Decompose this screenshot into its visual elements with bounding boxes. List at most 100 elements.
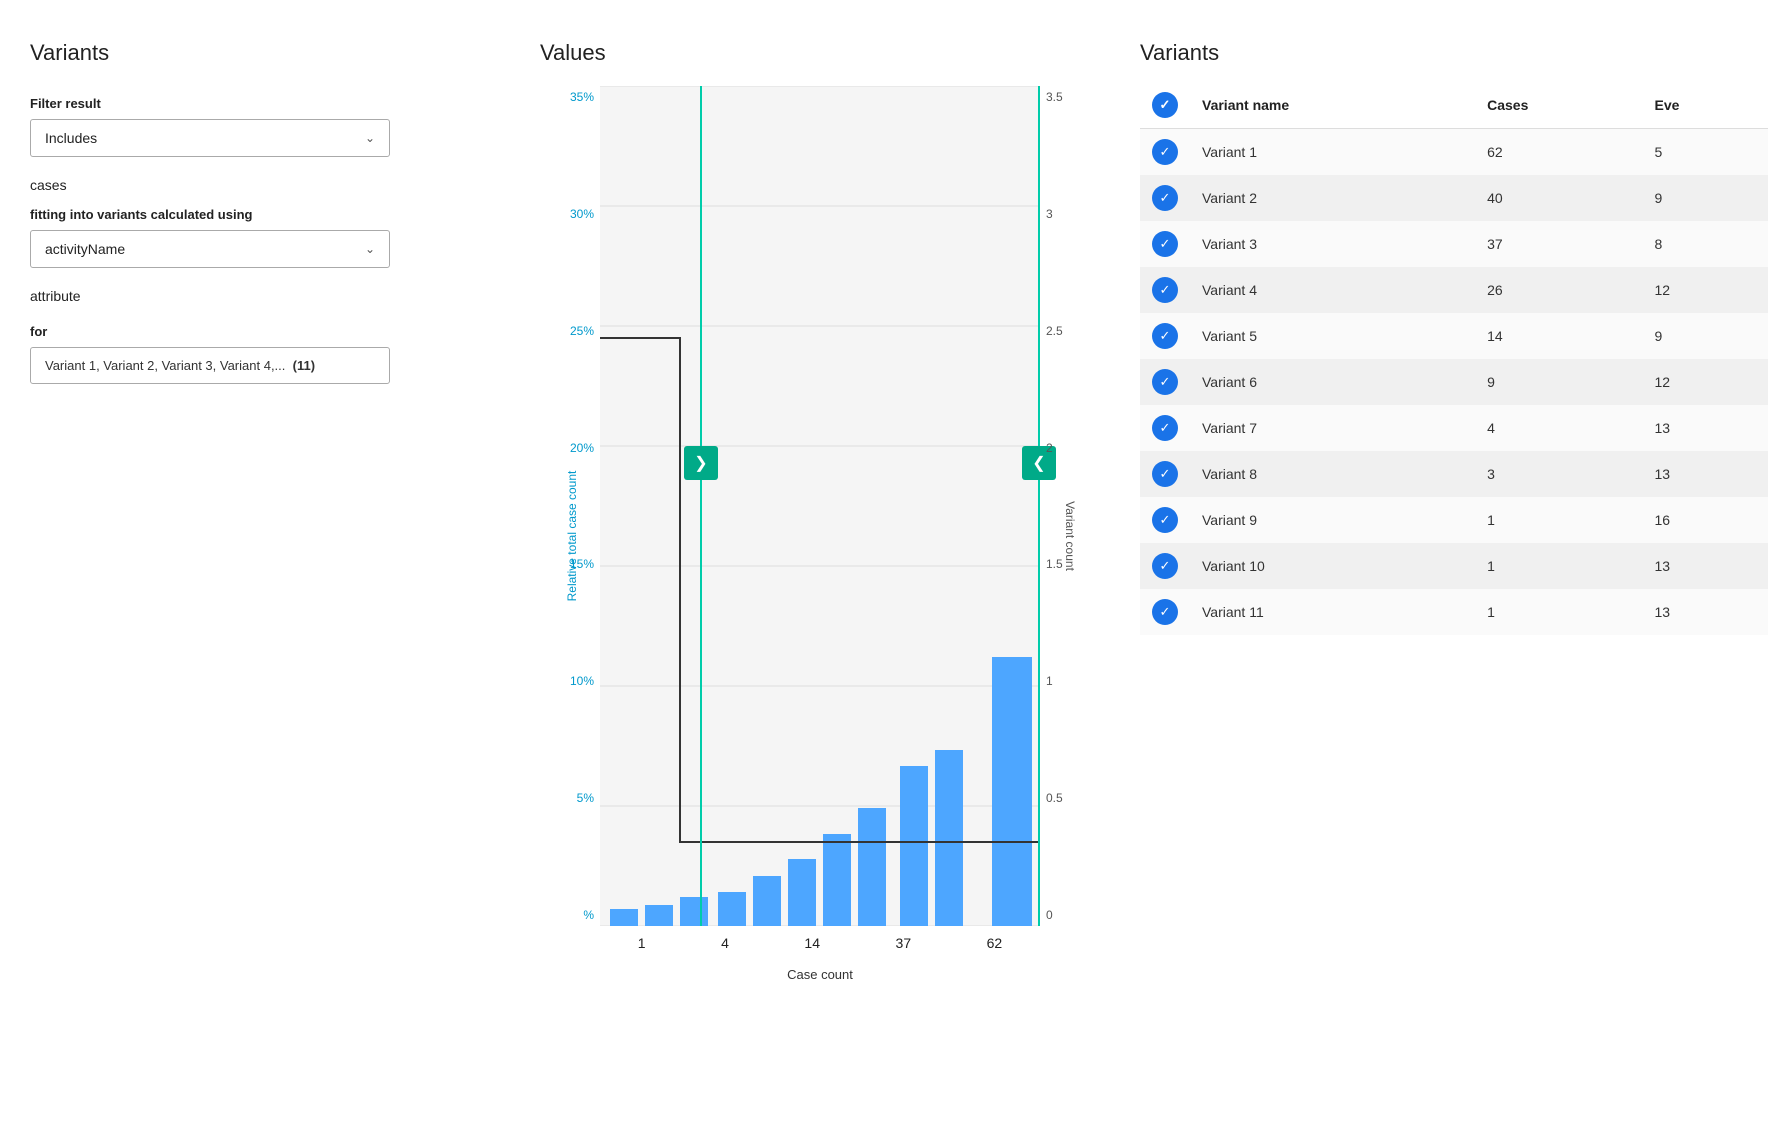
row-events: 13 [1643,451,1769,497]
fitting-label: fitting into variants calculated using [30,207,490,222]
row-variant-name: Variant 7 [1190,405,1475,451]
teal-line-left [700,86,702,926]
row-variant-name: Variant 8 [1190,451,1475,497]
row-check[interactable]: ✓ [1140,451,1190,497]
row-check-icon: ✓ [1152,369,1178,395]
row-check[interactable]: ✓ [1140,267,1190,313]
row-check[interactable]: ✓ [1140,313,1190,359]
col-events: Eve [1643,82,1769,129]
row-events: 9 [1643,175,1769,221]
row-check-icon: ✓ [1152,461,1178,487]
row-check-icon: ✓ [1152,323,1178,349]
right-panel-title: Variants [1140,40,1768,66]
table-row: ✓ Variant 9 1 16 [1140,497,1768,543]
row-cases: 14 [1475,313,1642,359]
attribute-label: attribute [30,288,490,304]
for-label: for [30,324,490,339]
row-cases: 26 [1475,267,1642,313]
row-check-icon: ✓ [1152,231,1178,257]
row-cases: 9 [1475,359,1642,405]
row-check-icon: ✓ [1152,185,1178,211]
teal-line-right [1038,86,1040,926]
row-check-icon: ✓ [1152,277,1178,303]
chart-container: 35% 30% 25% 20% 15% 10% 5% % Relative to… [540,86,1100,986]
row-variant-name: Variant 6 [1190,359,1475,405]
row-variant-name: Variant 5 [1190,313,1475,359]
left-panel: Variants Filter result Includes ⌄ cases … [0,20,520,1116]
row-events: 13 [1643,589,1769,635]
for-count-badge: (11) [293,358,315,373]
for-value-text: Variant 1, Variant 2, Variant 3, Variant… [45,358,285,373]
chevron-down-icon-2: ⌄ [365,242,375,256]
table-row: ✓ Variant 4 26 12 [1140,267,1768,313]
row-check[interactable]: ✓ [1140,359,1190,405]
row-variant-name: Variant 2 [1190,175,1475,221]
row-variant-name: Variant 1 [1190,129,1475,176]
row-events: 12 [1643,359,1769,405]
filter-result-label: Filter result [30,96,490,111]
fitting-select[interactable]: activityName ⌄ [30,230,390,268]
row-events: 12 [1643,267,1769,313]
row-events: 9 [1643,313,1769,359]
row-check[interactable]: ✓ [1140,221,1190,267]
filter-result-select[interactable]: Includes ⌄ [30,119,390,157]
row-check-icon: ✓ [1152,139,1178,165]
left-panel-title: Variants [30,40,490,66]
row-events: 8 [1643,221,1769,267]
row-cases: 1 [1475,543,1642,589]
header-check-icon: ✓ [1152,92,1178,118]
center-panel: Values 35% 30% 25% 20% 15% 10% 5% % Rela… [520,20,1120,1116]
row-check-icon: ✓ [1152,415,1178,441]
row-cases: 4 [1475,405,1642,451]
row-cases: 37 [1475,221,1642,267]
col-cases: Cases [1475,82,1642,129]
row-variant-name: Variant 11 [1190,589,1475,635]
fitting-value: activityName [45,241,125,257]
row-check[interactable]: ✓ [1140,589,1190,635]
filter-result-value: Includes [45,130,97,146]
row-check[interactable]: ✓ [1140,405,1190,451]
table-row: ✓ Variant 10 1 13 [1140,543,1768,589]
row-variant-name: Variant 10 [1190,543,1475,589]
right-panel: Variants ✓ Variant name Cases Eve ✓ Vari… [1120,20,1788,1116]
row-check-icon: ✓ [1152,553,1178,579]
col-check: ✓ [1140,82,1190,129]
row-events: 13 [1643,543,1769,589]
row-check[interactable]: ✓ [1140,497,1190,543]
table-row: ✓ Variant 7 4 13 [1140,405,1768,451]
row-check-icon: ✓ [1152,507,1178,533]
bars-svg [600,86,1040,926]
y-left-label: Relative total case count [565,436,579,636]
center-title: Values [540,40,1100,66]
row-check[interactable]: ✓ [1140,543,1190,589]
row-variant-name: Variant 9 [1190,497,1475,543]
row-cases: 3 [1475,451,1642,497]
table-row: ✓ Variant 1 62 5 [1140,129,1768,176]
row-events: 5 [1643,129,1769,176]
variants-table: ✓ Variant name Cases Eve ✓ Variant 1 62 … [1140,82,1768,635]
y-right-label: Variant count [1063,476,1077,596]
row-variant-name: Variant 3 [1190,221,1475,267]
arrow-left-button[interactable]: ❯ [684,446,718,480]
col-variant-name: Variant name [1190,82,1475,129]
row-variant-name: Variant 4 [1190,267,1475,313]
row-events: 13 [1643,405,1769,451]
row-cases: 40 [1475,175,1642,221]
x-axis-label: Case count [787,967,853,982]
cases-label: cases [30,177,490,193]
table-row: ✓ Variant 11 1 13 [1140,589,1768,635]
table-row: ✓ Variant 6 9 12 [1140,359,1768,405]
row-cases: 1 [1475,497,1642,543]
table-row: ✓ Variant 8 3 13 [1140,451,1768,497]
table-row: ✓ Variant 2 40 9 [1140,175,1768,221]
row-check-icon: ✓ [1152,599,1178,625]
row-cases: 62 [1475,129,1642,176]
x-axis: 1 4 14 37 62 [600,935,1040,951]
row-check[interactable]: ✓ [1140,175,1190,221]
table-row: ✓ Variant 5 14 9 [1140,313,1768,359]
for-values-box: Variant 1, Variant 2, Variant 3, Variant… [30,347,390,384]
row-cases: 1 [1475,589,1642,635]
table-row: ✓ Variant 3 37 8 [1140,221,1768,267]
chevron-down-icon: ⌄ [365,131,375,145]
row-check[interactable]: ✓ [1140,129,1190,176]
